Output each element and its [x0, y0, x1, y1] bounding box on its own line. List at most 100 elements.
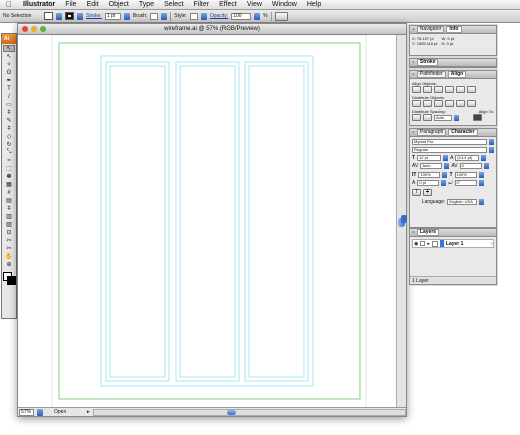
scissors-tool[interactable]: ✂ [3, 245, 15, 252]
crop-tool[interactable]: ⊡ [3, 229, 15, 236]
tab-pathfinder[interactable]: Pathfinder [416, 71, 446, 78]
close-panel-icon[interactable]: × [412, 60, 415, 66]
stroke-swatch[interactable] [65, 12, 74, 20]
menu-help[interactable]: Help [302, 1, 326, 8]
layer-target-icon[interactable]: ○ [490, 241, 493, 247]
tab-character[interactable]: Character [448, 129, 478, 136]
font-size-field[interactable]: 12 pt [417, 155, 442, 161]
close-panel-icon[interactable]: × [412, 72, 415, 78]
style-dropdown[interactable] [200, 12, 207, 20]
close-panel-icon[interactable]: × [412, 27, 415, 33]
fill-stroke-widget[interactable] [3, 272, 16, 285]
font-family-dropdown[interactable] [489, 139, 494, 145]
character-rotation-dropdown[interactable] [478, 180, 484, 186]
zoom-window-icon[interactable] [40, 26, 46, 32]
tab-navigator[interactable]: Navigator [416, 26, 445, 33]
leading-field[interactable]: (14.4 pt) [455, 155, 480, 161]
opacity-dropdown[interactable] [254, 12, 261, 20]
horizontal-scrollbar[interactable] [92, 408, 406, 416]
distribute-hspace-button[interactable] [423, 114, 432, 121]
spacing-dropdown[interactable] [454, 114, 459, 121]
menu-file[interactable]: File [60, 1, 81, 8]
live-paint-selection-tool[interactable]: ▨ [3, 221, 15, 228]
status-menu-arrow-icon[interactable]: ▸ [87, 409, 90, 415]
eraser-tool[interactable]: ◇ [3, 133, 15, 140]
zoom-tool[interactable]: ⊕ [3, 261, 15, 268]
mesh-tool[interactable]: # [3, 189, 15, 196]
menu-edit[interactable]: Edit [82, 1, 104, 8]
align-right-button[interactable] [434, 86, 443, 93]
distribute-vcenter-button[interactable] [423, 100, 432, 107]
close-panel-icon[interactable]: × [412, 130, 415, 136]
stroke-weight-dropdown[interactable] [123, 12, 130, 20]
zoom-dropdown[interactable] [37, 408, 43, 416]
pen-tool[interactable]: ✒ [3, 77, 15, 84]
warp-tool[interactable]: ≈ [3, 157, 15, 164]
menu-type[interactable]: Type [134, 1, 159, 8]
opacity-label[interactable]: Opacity: [210, 13, 228, 19]
visibility-eye-icon[interactable]: ◉ [414, 241, 418, 247]
close-panel-icon[interactable]: × [412, 230, 415, 236]
stroke-label[interactable]: Stroke: [86, 13, 102, 19]
lasso-tool[interactable]: ʘ [3, 69, 15, 76]
status-text[interactable]: Open [46, 409, 84, 415]
distribute-left-button[interactable] [445, 100, 454, 107]
baseline-shift-field[interactable]: 0 pt [417, 180, 440, 186]
distribute-right-button[interactable] [467, 100, 476, 107]
pencil-tool[interactable]: ✎ [3, 117, 15, 124]
expand-layer-icon[interactable]: ▸ [427, 241, 430, 247]
selection-tool[interactable]: ↖ [3, 45, 15, 52]
font-size-dropdown[interactable] [443, 155, 449, 161]
artboard-canvas[interactable] [18, 35, 398, 408]
document-setup-button[interactable] [274, 11, 288, 21]
collapse-panels-button[interactable] [401, 215, 407, 223]
horizontal-scroll-thumb[interactable] [226, 409, 236, 415]
stroke-color-icon[interactable] [7, 276, 16, 285]
align-to-artboard-icon[interactable] [473, 114, 482, 121]
lock-toggle-icon[interactable] [420, 241, 426, 246]
align-bottom-button[interactable] [467, 86, 476, 93]
tracking-field[interactable]: 0 [459, 163, 482, 169]
underline-button[interactable]: T [412, 189, 421, 196]
app-menu[interactable]: Illustrator [18, 1, 60, 8]
column-graph-tool[interactable]: ▦ [3, 181, 15, 188]
distribute-vspace-button[interactable] [412, 114, 421, 121]
horizontal-scale-dropdown[interactable] [478, 172, 484, 178]
align-hcenter-button[interactable] [423, 86, 432, 93]
rotate-tool[interactable]: ↻ [3, 141, 15, 148]
baseline-shift-dropdown[interactable] [441, 180, 447, 186]
kerning-field[interactable]: Auto [420, 163, 443, 169]
brush-dropdown[interactable] [161, 12, 168, 20]
align-top-button[interactable] [445, 86, 454, 93]
opacity-field[interactable]: 100 [231, 12, 252, 20]
fill-dropdown[interactable] [56, 12, 62, 20]
close-window-icon[interactable] [22, 26, 28, 32]
tab-align[interactable]: Align [447, 71, 467, 78]
style-field[interactable] [189, 12, 198, 20]
blob-brush-tool[interactable]: ǂ [3, 125, 15, 132]
language-dropdown[interactable] [479, 199, 485, 205]
tab-layers[interactable]: Layers [416, 229, 440, 236]
kerning-dropdown[interactable] [444, 163, 450, 169]
vertical-scale-dropdown[interactable] [442, 172, 448, 178]
live-paint-tool[interactable]: ▥ [3, 213, 15, 220]
slice-tool[interactable]: ✂ [3, 237, 15, 244]
free-transform-tool[interactable]: ⬚ [3, 165, 15, 172]
language-field[interactable]: English: USA [447, 199, 478, 205]
align-vcenter-button[interactable] [456, 86, 465, 93]
minimize-window-icon[interactable] [31, 26, 37, 32]
rectangle-tool[interactable]: ▭ [3, 101, 15, 108]
menu-effect[interactable]: Effect [214, 1, 242, 8]
hand-tool[interactable]: ✋ [3, 253, 15, 260]
align-left-button[interactable] [412, 86, 421, 93]
menu-object[interactable]: Object [104, 1, 134, 8]
zoom-level-field[interactable]: 57% [19, 408, 34, 416]
horizontal-scale-field[interactable]: 100% [454, 172, 477, 178]
tab-info[interactable]: Info [446, 26, 462, 33]
distribute-top-button[interactable] [412, 100, 421, 107]
distribute-hcenter-button[interactable] [456, 100, 465, 107]
font-style-field[interactable]: Regular [412, 147, 488, 153]
symbol-sprayer-tool[interactable]: ✽ [3, 173, 15, 180]
strikethrough-button[interactable]: T [423, 189, 432, 196]
font-style-dropdown[interactable] [489, 147, 494, 153]
